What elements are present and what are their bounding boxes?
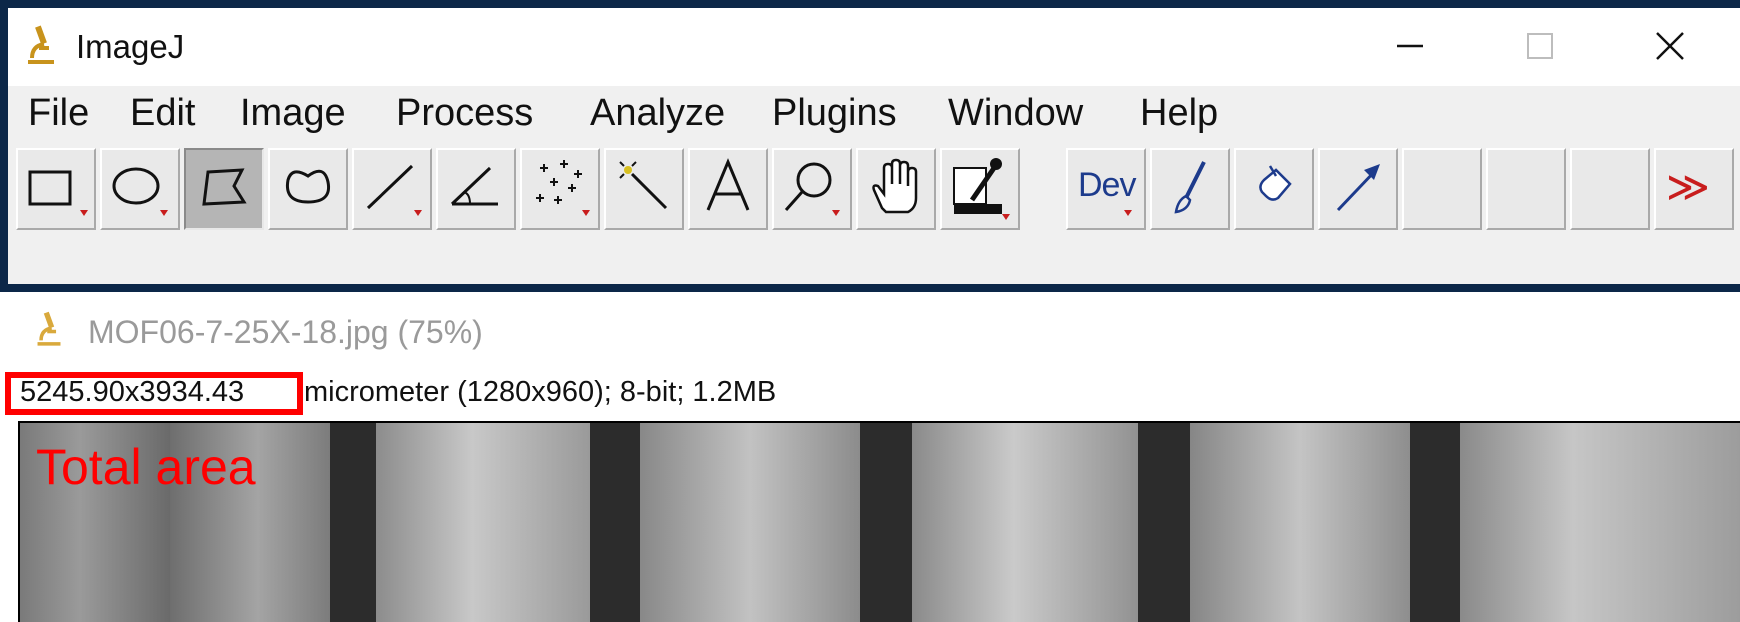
image-canvas[interactable] [18,421,1740,622]
bucket-icon [1259,165,1292,201]
image-window: MOF06-7-25X-18.jpg (75%) 5245.90x3934.43… [0,292,1740,622]
dev-tool[interactable]: Dev [1066,148,1146,230]
menu-analyze[interactable]: Analyze [590,92,725,135]
hand-icon [872,158,918,214]
maximize-button[interactable] [1512,18,1568,74]
text-icon [706,158,750,211]
image-fiber [912,423,1138,622]
wand-icon [619,161,668,210]
image-title: MOF06-7-25X-18.jpg (75%) [88,314,483,350]
menu-edit[interactable]: Edit [130,92,195,135]
arrow-icon [1336,164,1380,212]
multipoint-icon [536,160,590,216]
dropper-icon [953,158,1010,220]
title-bar[interactable]: ImageJ [8,8,1740,86]
image-info: micrometer (1280x960); 8-bit; 1.2MB [304,376,777,408]
image-gap [330,423,376,622]
angle-icon [450,166,498,206]
microscope-icon [28,25,54,64]
image-fiber [376,423,590,622]
arrow-tool[interactable] [1318,148,1398,230]
freehand-icon [285,169,331,204]
rectangle-icon [28,170,88,216]
image-title-bar[interactable]: MOF06-7-25X-18.jpg (75%) [0,292,1740,372]
text-tool[interactable] [688,148,768,230]
magnifier-icon [784,162,840,216]
image-fiber [1460,423,1740,622]
color-picker-tool[interactable] [940,148,1020,230]
more-tools-button[interactable]: ≫ [1654,148,1734,230]
menu-image[interactable]: Image [240,92,346,135]
imagej-main-panel: ImageJ File Edit Image Process Analyze P… [8,8,1740,284]
zoom-tool[interactable] [772,148,852,230]
imagej-main-window: ImageJ File Edit Image Process Analyze P… [0,0,1740,292]
menu-window[interactable]: Window [948,92,1083,135]
angle-tool[interactable] [436,148,516,230]
menu-bar: File Edit Image Process Analyze Plugins … [8,86,1740,146]
more-tools-icon: ≫ [1666,163,1710,210]
empty-slot-3[interactable] [1570,148,1650,230]
image-gap [590,423,640,622]
brush-icon [1174,161,1206,214]
menu-file[interactable]: File [28,92,89,135]
microscope-icon [37,311,61,346]
menu-plugins[interactable]: Plugins [772,92,897,135]
hand-tool[interactable] [856,148,936,230]
app-title: ImageJ [76,28,185,65]
toolbar: Dev ≫ [8,146,1740,230]
image-gap [1410,423,1460,622]
minimize-icon [1397,44,1423,48]
maximize-icon [1527,33,1553,59]
empty-slot-1[interactable] [1402,148,1482,230]
annotation-label: Total area [36,439,256,495]
menu-help[interactable]: Help [1140,92,1218,135]
image-gap [860,423,912,622]
freehand-tool[interactable] [268,148,348,230]
flood-fill-tool[interactable] [1234,148,1314,230]
line-icon [366,164,422,216]
image-gap [1138,423,1190,622]
rectangle-tool[interactable] [16,148,96,230]
dropdown-icon [1124,210,1132,216]
minimize-button[interactable] [1382,18,1438,74]
empty-slot-2[interactable] [1486,148,1566,230]
image-fiber [1190,423,1410,622]
wand-tool[interactable] [604,148,684,230]
polygon-tool[interactable] [184,148,264,230]
polygon-icon [202,168,247,206]
oval-tool[interactable] [100,148,180,230]
brush-tool[interactable] [1150,148,1230,230]
oval-icon [112,167,168,216]
multipoint-tool[interactable] [520,148,600,230]
menu-process[interactable]: Process [396,92,533,135]
close-icon [1656,32,1684,60]
close-button[interactable] [1642,18,1698,74]
image-fiber [640,423,860,622]
line-tool[interactable] [352,148,432,230]
highlight-box [5,372,303,415]
